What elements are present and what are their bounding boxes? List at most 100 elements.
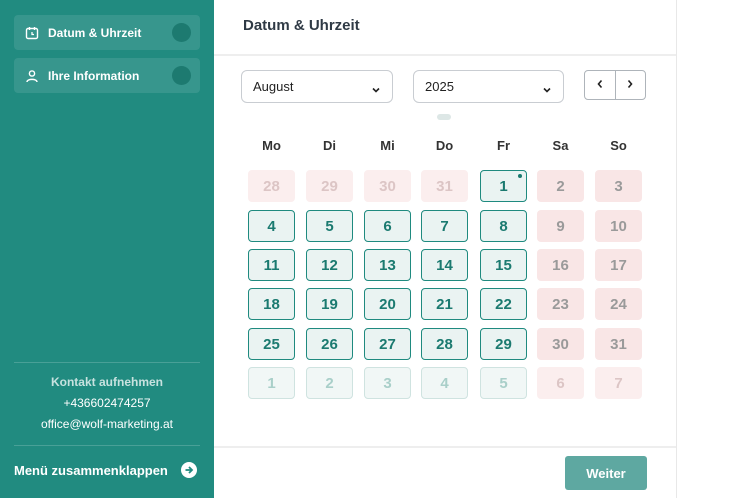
calendar-day-unavailable: 30 [364, 170, 411, 202]
calendar-day-unavailable: 17 [595, 249, 642, 281]
calendar-day-available[interactable]: 22 [480, 288, 527, 320]
calendar-day-available[interactable]: 6 [364, 210, 411, 242]
sidebar-item-label: Ihre Information [48, 68, 140, 83]
previous-month-button[interactable] [585, 71, 616, 99]
day-number: 9 [556, 217, 565, 235]
day-number: 7 [614, 374, 623, 392]
day-number: 6 [556, 374, 565, 392]
calendar-day-unavailable: 16 [537, 249, 584, 281]
calendar-day-available[interactable]: 11 [248, 249, 295, 281]
calendar-day-unavailable: 10 [595, 210, 642, 242]
calendar-day-available[interactable]: 29 [480, 328, 527, 360]
calendar-day-available[interactable]: 7 [421, 210, 468, 242]
sidebar-item-datum-uhrzeit[interactable]: Datum & Uhrzeit [14, 15, 200, 50]
day-number: 11 [263, 256, 280, 274]
calendar-day-available[interactable]: 4 [248, 210, 295, 242]
calendar-day-available[interactable]: 14 [421, 249, 468, 281]
day-number: 23 [552, 295, 569, 313]
contact-email[interactable]: office@wolf-marketing.at [0, 417, 214, 431]
calendar-day-unavailable: 29 [306, 170, 353, 202]
divider [214, 54, 676, 56]
day-number: 25 [263, 335, 280, 353]
calendar-day-available[interactable]: 15 [480, 249, 527, 281]
calendar-day-unavailable: 31 [421, 170, 468, 202]
chevron-right-icon [626, 76, 634, 94]
contact-phone[interactable]: +436602474257 [0, 396, 214, 410]
divider [214, 446, 676, 448]
next-button[interactable]: Weiter [565, 456, 647, 490]
arrow-right-circle-icon [181, 462, 197, 478]
weekday-label: Do [435, 138, 454, 153]
sidebar-item-ihre-information[interactable]: Ihre Information [14, 58, 200, 93]
day-number: 13 [379, 256, 396, 274]
weekday-label: Di [323, 138, 336, 153]
calendar-day-available[interactable]: 21 [421, 288, 468, 320]
day-number: 5 [499, 374, 508, 392]
calendar-day-unavailable: 1 [248, 367, 295, 399]
calendar-day-available[interactable]: 1 [480, 170, 527, 202]
calendar-clock-icon [25, 26, 39, 40]
divider [14, 445, 200, 446]
today-indicator [518, 174, 522, 178]
calendar-day-unavailable: 30 [537, 328, 584, 360]
day-number: 7 [440, 217, 449, 235]
calendar-day-unavailable: 6 [537, 367, 584, 399]
day-number: 26 [321, 335, 338, 353]
calendar-day-available[interactable]: 8 [480, 210, 527, 242]
calendar-day-unavailable: 3 [595, 170, 642, 202]
calendar-day-available[interactable]: 18 [248, 288, 295, 320]
day-number: 4 [440, 374, 449, 392]
day-number: 24 [610, 295, 627, 313]
page-title: Datum & Uhrzeit [243, 17, 360, 34]
year-select-value: 2025 [425, 79, 454, 94]
day-number: 15 [495, 256, 512, 274]
calendar-day-unavailable: 7 [595, 367, 642, 399]
day-number: 2 [556, 177, 565, 195]
calendar-day-available[interactable]: 20 [364, 288, 411, 320]
day-number: 31 [610, 335, 627, 353]
next-month-button[interactable] [616, 71, 646, 99]
calendar-day-unavailable: 9 [537, 210, 584, 242]
calendar-day-available[interactable]: 28 [421, 328, 468, 360]
day-number: 29 [495, 335, 512, 353]
day-number: 30 [552, 335, 569, 353]
calendar-day-available[interactable]: 27 [364, 328, 411, 360]
divider [14, 362, 200, 363]
calendar-day-available[interactable]: 13 [364, 249, 411, 281]
calendar-day-unavailable: 24 [595, 288, 642, 320]
collapse-menu-label: Menü zusammenklappen [14, 462, 168, 478]
day-number: 17 [610, 256, 627, 274]
day-number: 28 [436, 335, 453, 353]
contact-heading: Kontakt aufnehmen [50, 375, 163, 389]
month-select[interactable]: August [241, 70, 393, 103]
day-number: 3 [383, 374, 392, 392]
sidebar: Datum & Uhrzeit Ihre Information Kontakt… [0, 0, 214, 498]
calendar-day-available[interactable]: 25 [248, 328, 295, 360]
calendar-day-unavailable: 4 [421, 367, 468, 399]
weekday-label: So [610, 138, 627, 153]
calendar-day-unavailable: 2 [306, 367, 353, 399]
calendar-day-available[interactable]: 26 [306, 328, 353, 360]
weekday-label: Sa [552, 138, 569, 153]
day-number: 31 [436, 177, 453, 195]
day-number: 20 [379, 295, 396, 313]
day-number: 18 [263, 295, 280, 313]
calendar-day-available[interactable]: 5 [306, 210, 353, 242]
user-icon [25, 69, 39, 83]
year-select[interactable]: 2025 [413, 70, 564, 103]
step-indicator [172, 23, 191, 42]
day-number: 2 [325, 374, 334, 392]
day-number: 1 [499, 177, 508, 195]
day-number: 6 [383, 217, 392, 235]
calendar-day-available[interactable]: 12 [306, 249, 353, 281]
collapse-menu-button[interactable]: Menü zusammenklappen [14, 461, 200, 479]
day-number: 14 [436, 256, 453, 274]
chevron-down-icon [542, 82, 552, 93]
day-number: 12 [321, 256, 338, 274]
day-number: 22 [495, 295, 512, 313]
calendar-day-unavailable: 23 [537, 288, 584, 320]
day-number: 29 [321, 177, 338, 195]
main-panel: Datum & Uhrzeit August 2025 Mo Di Mi Do Fr Sa… [214, 0, 677, 498]
calendar-day-available[interactable]: 19 [306, 288, 353, 320]
day-number: 21 [436, 295, 453, 313]
